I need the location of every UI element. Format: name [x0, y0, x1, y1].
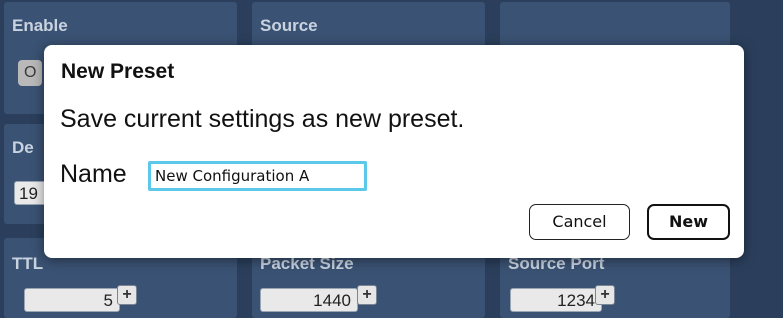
- new-button[interactable]: New: [647, 204, 730, 240]
- packet-size-increment-button[interactable]: +: [357, 285, 377, 305]
- enable-label: Enable: [12, 16, 68, 35]
- ttl-label: TTL: [12, 254, 44, 273]
- destination-label: De: [12, 138, 34, 157]
- source-port-field[interactable]: 1234: [510, 288, 602, 312]
- source-label: Source: [260, 16, 318, 35]
- enable-toggle[interactable]: O: [18, 60, 43, 86]
- dialog-title: New Preset: [61, 60, 175, 83]
- cancel-button[interactable]: Cancel: [529, 204, 630, 240]
- packet-size-field[interactable]: 1440: [260, 288, 358, 312]
- ttl-field[interactable]: 5: [24, 288, 120, 312]
- new-preset-dialog: New Preset Save current settings as new …: [44, 45, 744, 258]
- source-port-increment-button[interactable]: +: [595, 285, 615, 305]
- dialog-message: Save current settings as new preset.: [60, 105, 465, 133]
- preset-name-input[interactable]: [148, 161, 367, 191]
- ttl-increment-button[interactable]: +: [117, 285, 137, 305]
- name-label: Name: [60, 160, 127, 188]
